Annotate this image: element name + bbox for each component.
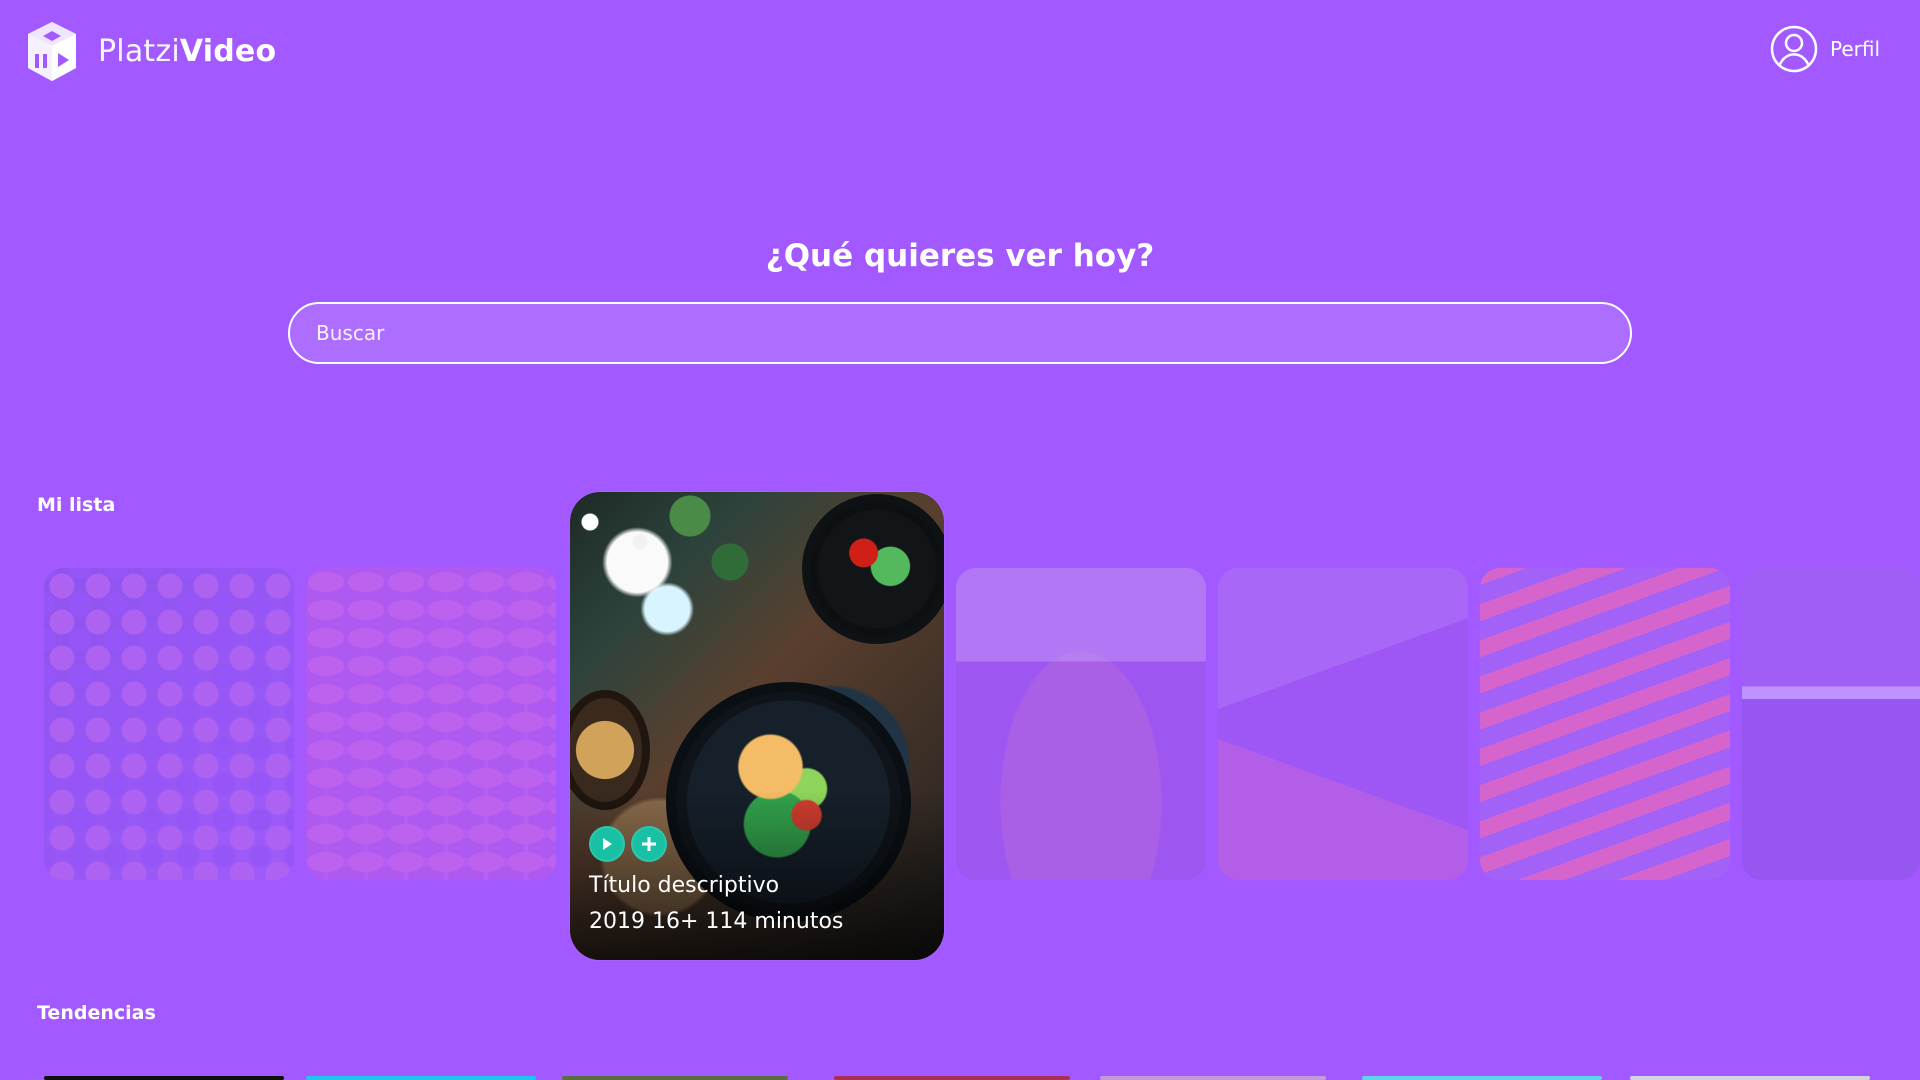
search-input[interactable] — [288, 302, 1632, 364]
card-overlay — [1480, 568, 1730, 880]
section-title-trends: Tendencias — [37, 1002, 156, 1024]
my-list-card-7[interactable] — [1742, 568, 1920, 880]
brand-name-light: Platzi — [98, 34, 180, 69]
food-herbs-image-detail — [570, 492, 770, 642]
card-overlay — [44, 568, 294, 880]
trend-thumbnail-edge[interactable] — [306, 1076, 536, 1080]
add-to-list-button[interactable] — [631, 826, 667, 862]
card-overlay — [306, 568, 556, 880]
my-list-card-4[interactable] — [956, 568, 1206, 880]
brand-logo[interactable]: Platzi Video — [18, 18, 276, 86]
my-list-carousel — [44, 568, 1920, 880]
card-overlay — [1742, 568, 1920, 880]
play-button[interactable] — [589, 826, 625, 862]
search-container — [288, 302, 1632, 364]
trend-thumbnail-edge[interactable] — [562, 1076, 788, 1080]
my-list-card-6[interactable] — [1480, 568, 1730, 880]
my-list-card-5[interactable] — [1218, 568, 1468, 880]
user-avatar-icon — [1770, 25, 1818, 73]
featured-title: Título descriptivo — [589, 873, 780, 898]
trend-thumbnail-edge[interactable] — [834, 1076, 1070, 1080]
brand-name-bold: Video — [179, 34, 277, 69]
trend-thumbnail-edge[interactable] — [44, 1076, 284, 1080]
play-icon — [603, 838, 612, 850]
platzi-video-page: Platzi Video Perfil ¿Qué quieres ver hoy… — [0, 0, 1920, 1080]
featured-meta: 2019 16+ 114 minutos — [589, 909, 844, 934]
profile-menu[interactable]: Perfil — [1770, 25, 1880, 73]
hero-title: ¿Qué quieres ver hoy? — [765, 238, 1155, 274]
my-list-card-1[interactable] — [44, 568, 294, 880]
top-header: Platzi Video Perfil — [0, 0, 1920, 110]
card-overlay — [956, 568, 1206, 880]
section-title-my-list: Mi lista — [37, 494, 116, 516]
my-list-card-2[interactable] — [306, 568, 556, 880]
trends-preview-strip — [44, 1076, 1920, 1080]
plus-icon — [642, 837, 656, 851]
featured-card[interactable]: Título descriptivo 2019 16+ 114 minutos — [570, 492, 944, 960]
trend-thumbnail-edge[interactable] — [1630, 1076, 1870, 1080]
trend-thumbnail-edge[interactable] — [1362, 1076, 1602, 1080]
profile-label: Perfil — [1829, 37, 1880, 61]
featured-controls — [589, 826, 667, 862]
trend-thumbnail-edge[interactable] — [1100, 1076, 1326, 1080]
food-bowl-top-image-detail — [802, 494, 944, 644]
brand-wordmark: Platzi Video — [98, 37, 276, 67]
card-overlay — [1218, 568, 1468, 880]
cube-play-icon — [28, 22, 76, 81]
